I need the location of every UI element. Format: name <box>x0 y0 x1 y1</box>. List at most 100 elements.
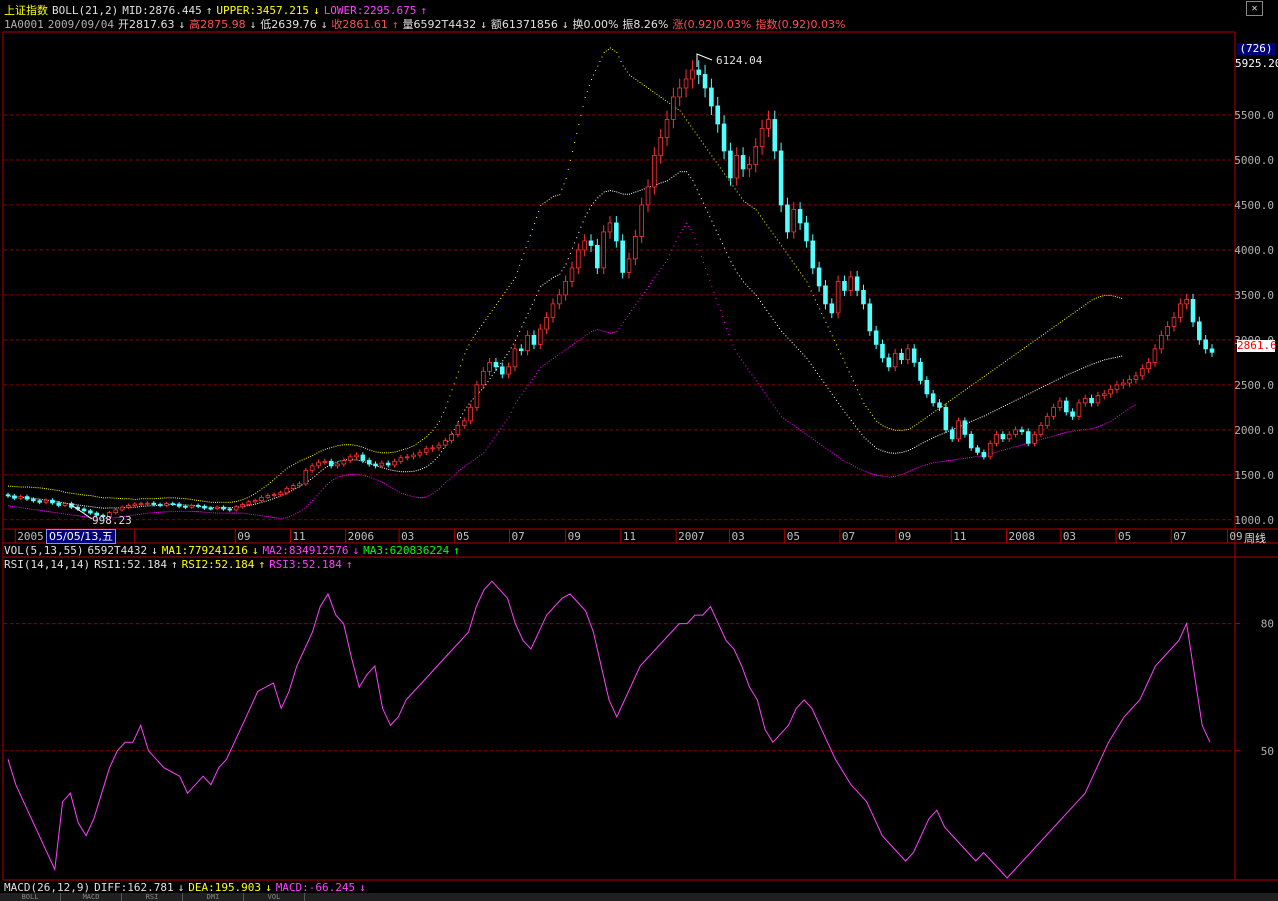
up-arrow-icon: ↑ <box>345 558 353 571</box>
band-dot <box>183 504 185 506</box>
band-dot <box>52 489 54 491</box>
band-dot <box>700 255 702 257</box>
band-dot <box>861 433 863 435</box>
band-dot <box>94 495 96 497</box>
band-dot <box>952 459 954 461</box>
candle-body <box>1178 303 1183 318</box>
candle-body <box>1140 368 1145 377</box>
x-tick-label: 03 <box>401 530 414 543</box>
band-dot <box>728 179 730 181</box>
band-dot <box>453 383 455 385</box>
band-dot <box>973 383 975 385</box>
band-dot <box>84 505 86 507</box>
band-dot <box>557 274 559 276</box>
band-dot <box>367 476 369 478</box>
vol-ma3: MA3:620836224 <box>363 544 450 557</box>
tab-macd[interactable]: MACD <box>61 893 122 901</box>
band-dot <box>857 428 859 430</box>
band-dot <box>244 498 246 500</box>
band-dot <box>434 459 436 461</box>
tab-rsi[interactable]: RSI <box>122 893 183 901</box>
band-dot <box>633 192 635 194</box>
band-dot <box>1038 439 1040 441</box>
period-label[interactable]: 周线 <box>1244 530 1266 546</box>
band-dot <box>1076 309 1078 311</box>
band-dot <box>453 428 455 430</box>
band-dot <box>935 436 937 438</box>
band-dot <box>759 300 761 302</box>
tab-boll[interactable]: BOLL <box>0 893 61 901</box>
band-dot <box>563 350 565 352</box>
band-dot <box>540 285 542 287</box>
band-dot <box>561 351 563 353</box>
band-dot <box>278 517 280 519</box>
band-dot <box>667 258 669 260</box>
band-dot <box>586 212 588 214</box>
band-dot <box>481 453 483 455</box>
band-dot <box>436 489 438 491</box>
band-dot <box>1102 295 1104 297</box>
band-dot <box>288 466 290 468</box>
band-dot <box>464 409 466 411</box>
band-dot <box>593 74 595 76</box>
band-dot <box>747 368 749 370</box>
band-dot <box>143 498 145 500</box>
band-dot <box>599 60 601 62</box>
candle-body <box>1044 415 1050 426</box>
band-dot <box>46 510 48 512</box>
band-dot <box>857 389 859 391</box>
band-dot <box>523 390 525 392</box>
band-dot <box>1002 449 1004 451</box>
band-dot <box>829 390 831 392</box>
band-dot <box>43 510 45 512</box>
band-dot <box>791 260 793 262</box>
candle-body <box>271 494 277 497</box>
band-dot <box>935 410 937 412</box>
band-dot <box>517 399 519 401</box>
candle-body <box>411 454 416 458</box>
band-dot <box>734 348 736 350</box>
band-dot <box>785 335 787 337</box>
candle-body <box>842 280 847 291</box>
band-dot <box>793 263 795 265</box>
band-dot <box>555 356 557 358</box>
band-dot <box>730 339 732 341</box>
candle-body <box>848 276 854 291</box>
candle-body <box>50 499 55 504</box>
band-dot <box>428 464 430 466</box>
band-dot <box>597 329 599 331</box>
band-dot <box>527 240 529 242</box>
band-dot <box>939 434 941 436</box>
tab-vol[interactable]: VOL <box>244 893 305 901</box>
band-dot <box>1053 435 1055 437</box>
band-dot <box>485 449 487 451</box>
band-dot <box>639 81 641 83</box>
band-dot <box>569 159 571 161</box>
band-dot <box>88 505 90 507</box>
price-y-ticks: 1000.01500.02000.02500.03000.03500.04000… <box>1234 109 1274 527</box>
candle-body <box>854 276 860 291</box>
band-dot <box>629 74 631 76</box>
band-dot <box>221 501 223 503</box>
band-dot <box>717 234 719 236</box>
band-dot <box>840 458 842 460</box>
candlesticks <box>5 60 1215 519</box>
band-dot <box>48 488 50 490</box>
band-dot <box>183 498 185 500</box>
band-dot <box>977 380 979 382</box>
band-dot <box>859 393 861 395</box>
tab-dmi[interactable]: DMI <box>183 893 244 901</box>
band-dot <box>132 498 134 500</box>
band-dot <box>833 453 835 455</box>
band-dot <box>215 501 217 503</box>
band-dot <box>852 380 854 382</box>
candle-body <box>43 499 49 503</box>
band-dot <box>512 407 514 409</box>
band-dot <box>595 329 597 331</box>
band-dot <box>50 488 52 490</box>
band-dot <box>533 222 535 224</box>
band-dot <box>552 195 554 197</box>
band-dot <box>1123 411 1125 413</box>
band-dot <box>1015 399 1017 401</box>
band-dot <box>702 143 704 145</box>
